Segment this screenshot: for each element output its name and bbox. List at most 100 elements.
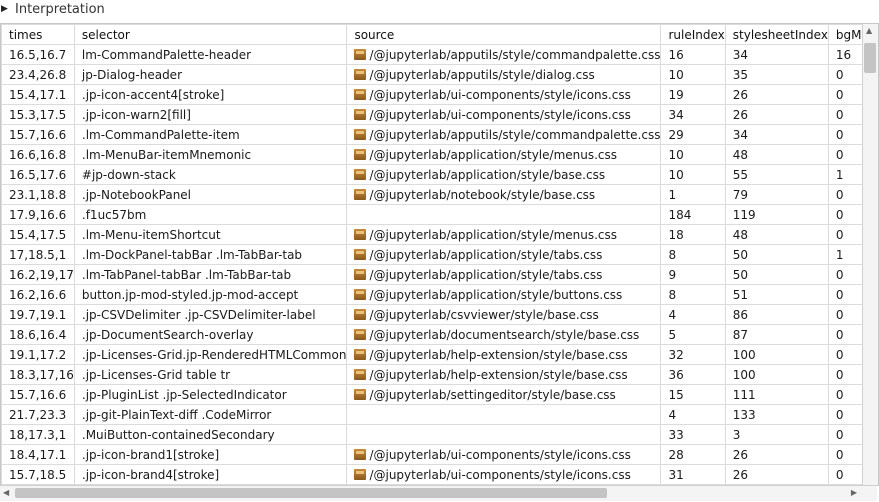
package-icon [354,168,367,180]
source-path: /@jupyterlab/application/style/tabs.css [369,267,603,282]
cell-stylesheetindex: 100 [724,364,829,385]
cell-stylesheetindex: 26 [724,444,829,465]
package-icon [354,308,367,320]
package-icon [354,288,367,300]
table-row[interactable]: 19.1,17.2 .jp-Licenses-Grid.jp-RenderedHT… [1,344,878,365]
source-path: /@jupyterlab/ui-components/style/icons.c… [369,107,631,122]
cell-stylesheetindex: 50 [724,264,829,285]
cell-stylesheetindex: 50 [724,244,829,265]
cell-source [346,204,662,225]
cell-stylesheetindex: 79 [724,184,829,205]
table-row[interactable]: 19.7,19.1 .jp-CSVDelimiter .jp-CSVDelimit… [1,304,878,325]
table-row[interactable]: 15.4,17.5 .lm-Menu-itemShortcut /@jupyterl… [1,224,878,245]
cell-source: /@jupyterlab/apputils/style/commandpalet… [346,124,662,145]
table-row[interactable]: 21.7,23.3 .jp-git-PlainText-diff .CodeMir… [1,404,878,425]
table-body: 16.5,16.7 lm-CommandPalette-header /@jupyt… [1,44,878,485]
column-header-source[interactable]: source [346,24,662,45]
cell-selector: .lm-Menu-itemShortcut [73,224,348,245]
package-icon [354,228,367,240]
table-row[interactable]: 23.1,18.8 .jp-NotebookPanel /@jupyterlab/n… [1,184,878,205]
cell-ruleindex: 18 [660,224,726,245]
package-icon [354,148,367,160]
cell-times: 16.5,16.7 [1,44,75,65]
cell-times: 18.3,17,16 [1,364,75,385]
table-row[interactable]: 18.3,17,16 .jp-Licenses-Grid table tr /@ju… [1,364,878,385]
column-header-times[interactable]: times [1,24,75,45]
cell-times: 18.6,16.4 [1,324,75,345]
table-row[interactable]: 17.9,16.6.f1uc57bm184119016.317.2 [1,204,878,225]
cell-ruleindex: 15 [660,384,726,405]
cell-times: 15.7,18.5 [1,464,75,485]
cell-source: /@jupyterlab/ui-components/style/icons.c… [346,464,662,485]
scroll-up-icon[interactable]: ▲ [866,26,872,35]
table-row[interactable]: 16.6,16.8 .lm-MenuBar-itemMnemonic /@jupyt… [1,144,878,165]
cell-selector: .jp-Licenses-Grid table tr [73,364,348,385]
cell-ruleindex: 4 [660,304,726,325]
cell-source: /@jupyterlab/application/style/menus.css [346,224,662,245]
scroll-left-icon[interactable]: ◀ [3,488,9,497]
cell-times: 16.6,16.8 [1,144,75,165]
table-row[interactable]: 17,18.5,1 .lm-DockPanel-tabBar .lm-TabBar… [1,244,878,265]
cell-source: /@jupyterlab/documentsearch/style/base.c… [346,324,662,345]
cell-stylesheetindex: 55 [724,164,829,185]
cell-times: 18.4,17.1 [1,444,75,465]
source-path: /@jupyterlab/application/style/menus.css [369,227,618,242]
source-path: /@jupyterlab/help-extension/style/base.c… [369,347,628,362]
column-header-selector[interactable]: selector [73,24,348,45]
table-row[interactable]: 15.7,16.6 .lm-CommandPalette-item /@jupyte… [1,124,878,145]
column-header-ruleindex[interactable]: ruleIndex [660,24,726,45]
column-header-stylesheetindex[interactable]: stylesheetIndex [724,24,829,45]
source-path: /@jupyterlab/ui-components/style/icons.c… [369,447,631,462]
cell-ruleindex: 28 [660,444,726,465]
table-row[interactable]: 15.4,17.1 .jp-icon-accent4[stroke] /@jupyt… [1,84,878,105]
cell-stylesheetindex: 48 [724,144,829,165]
table-row[interactable]: 16.2,16.6 button.jp-mod-styled.jp-mod-acc… [1,284,878,305]
cell-ruleindex: 9 [660,264,726,285]
table-row[interactable]: 18.6,16.4 .jp-DocumentSearch-overlay /@jup… [1,324,878,345]
table-row[interactable]: 23.4,26.8 jp-Dialog-header /@jupyterlab/ap… [1,64,878,85]
cell-selector: .jp-DocumentSearch-overlay [73,324,348,345]
cell-source: /@jupyterlab/help-extension/style/base.c… [346,344,662,365]
cell-times: 15.3,17.5 [1,104,75,125]
cell-ruleindex: 5 [660,324,726,345]
cell-selector: .jp-icon-brand4[stroke] [73,464,348,485]
package-icon [354,68,367,80]
cell-selector: jp-Dialog-header [73,64,348,85]
cell-stylesheetindex: 35 [724,64,829,85]
table-row[interactable]: 16.5,16.7 lm-CommandPalette-header /@jupyt… [1,44,878,65]
table-row[interactable]: 15.7,18.5 .jp-icon-brand4[stroke] /@jupyte… [1,464,878,485]
cell-source: /@jupyterlab/ui-components/style/icons.c… [346,444,662,465]
package-icon [354,328,367,340]
table-row[interactable]: 15.3,17.5 .jp-icon-warn2[fill] /@jupyterla… [1,104,878,125]
caret-right-icon[interactable]: ▶ [0,4,13,14]
cell-times: 21.7,23.3 [1,404,75,425]
package-icon [354,348,367,360]
cell-times: 19.1,17.2 [1,344,75,365]
vertical-scroll-thumb[interactable] [864,43,876,73]
horizontal-scroll-thumb[interactable] [15,488,607,498]
table-row[interactable]: 16.2,19,17 .lm-TabPanel-tabBar .lm-TabBar… [1,264,878,285]
package-icon [354,88,367,100]
source-path: /@jupyterlab/application/style/tabs.css [369,247,603,262]
cell-stylesheetindex: 86 [724,304,829,325]
vertical-scrollbar[interactable]: ▲ [862,24,878,485]
cell-stylesheetindex: 100 [724,344,829,365]
source-path: /@jupyterlab/ui-components/style/icons.c… [369,467,631,482]
cell-source [346,424,662,445]
table-row[interactable]: 18,17.3,1 .MuiButton-containedSecondary 33… [1,424,878,445]
cell-stylesheetindex: 111 [724,384,829,405]
cell-selector: .jp-icon-brand1[stroke] [73,444,348,465]
table-row[interactable]: 18.4,17.1 .jp-icon-brand1[stroke] /@jupyte… [1,444,878,465]
section-header[interactable]: ▶ Interpretation [0,0,879,18]
cell-source: /@jupyterlab/help-extension/style/base.c… [346,364,662,385]
table-row[interactable]: 15.7,16.6 .jp-PluginList .jp-SelectedIndi… [1,384,878,405]
cell-source: /@jupyterlab/application/style/base.css [346,164,662,185]
cell-times: 15.4,17.1 [1,84,75,105]
scroll-right-icon[interactable]: ▶ [851,488,857,497]
source-path: /@jupyterlab/application/style/buttons.c… [369,287,623,302]
table-row[interactable]: 16.5,17.6 #jp-down-stack /@jupyterlab/appl… [1,164,878,185]
cell-ruleindex: 16 [660,44,726,65]
horizontal-scrollbar[interactable]: ◀ ▶ [0,485,877,501]
package-icon [354,188,367,200]
cell-selector: .lm-DockPanel-tabBar .lm-TabBar-tab [73,244,348,265]
